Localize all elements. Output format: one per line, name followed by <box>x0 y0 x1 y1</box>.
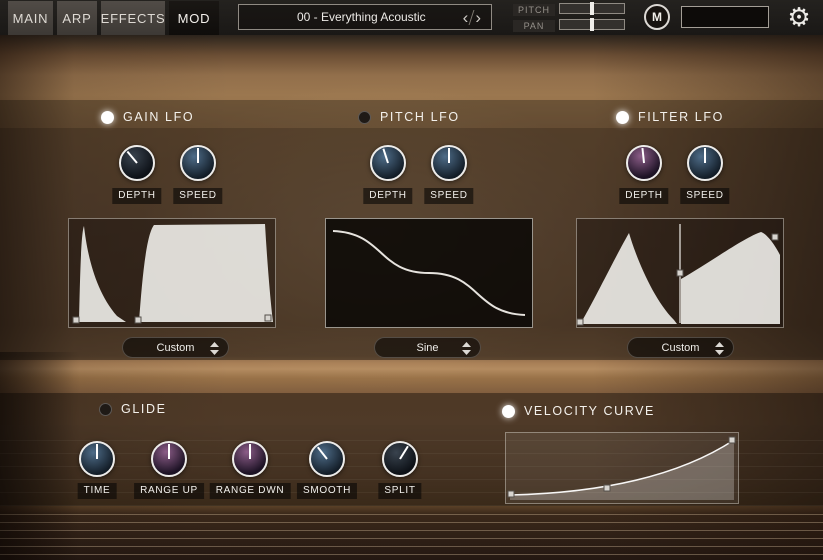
filter-lfo-speed-knob[interactable] <box>687 145 723 181</box>
tab-arp[interactable]: ARP <box>57 1 97 35</box>
glide-enable-led[interactable] <box>99 403 112 416</box>
knob-pointer <box>382 148 389 163</box>
pitch-slider-handle[interactable] <box>590 2 594 15</box>
velocity-title: VELOCITY CURVE <box>524 404 655 418</box>
filter-lfo-speed-label: SPEED <box>680 188 729 204</box>
knob-pointer <box>704 148 706 163</box>
tab-main[interactable]: MAIN <box>8 1 53 35</box>
pitch-lfo-enable-led[interactable] <box>358 111 371 124</box>
pitch-lfo-depth-label: DEPTH <box>363 188 412 204</box>
select-arrows-icon <box>715 342 724 355</box>
filter-lfo-depth-label: DEPTH <box>619 188 668 204</box>
preset-arrows: ‹ › <box>460 9 491 26</box>
filter-lfo-depth-knob[interactable] <box>626 145 662 181</box>
glide-range-down-label: RANGE DWN <box>210 483 291 499</box>
pitch-lfo-waveform-display[interactable] <box>325 218 533 328</box>
gain-lfo-header: GAIN LFO <box>101 110 194 124</box>
pitch-label: PITCH <box>513 4 555 16</box>
pitch-lfo-wave-value: Sine <box>416 342 438 354</box>
filter-lfo-wave-value: Custom <box>662 342 700 354</box>
knob-pointer <box>448 148 450 163</box>
pitch-lfo-header: PITCH LFO <box>358 110 460 124</box>
knob-pointer <box>96 444 98 459</box>
glide-split-label: SPLIT <box>378 483 421 499</box>
gain-lfo-speed-label: SPEED <box>173 188 222 204</box>
mute-button[interactable]: M <box>644 4 670 30</box>
pitch-lfo-waveform-svg <box>326 219 532 327</box>
filter-lfo-waveform-svg <box>577 219 783 327</box>
pitch-lfo-speed-knob[interactable] <box>431 145 467 181</box>
glide-title: GLIDE <box>121 402 167 416</box>
settings-gear-icon[interactable]: ⚙ <box>782 0 816 35</box>
gain-lfo-title: GAIN LFO <box>123 110 194 124</box>
knob-pointer <box>249 444 251 459</box>
glide-smooth-label: SMOOTH <box>297 483 357 499</box>
pitch-lfo-speed-label: SPEED <box>424 188 473 204</box>
select-arrows-icon <box>210 342 219 355</box>
knob-pointer <box>317 447 328 460</box>
knob-pointer <box>641 148 645 163</box>
plugin-window: MAIN ARP EFFECTS MOD 00 - Everything Aco… <box>0 0 823 560</box>
gain-lfo-waveform-display[interactable] <box>68 218 276 328</box>
pitch-slider[interactable] <box>559 3 625 14</box>
gain-lfo-wave-select[interactable]: Custom <box>122 337 229 358</box>
gain-lfo-speed-knob[interactable] <box>180 145 216 181</box>
gain-lfo-depth-label: DEPTH <box>112 188 161 204</box>
filter-lfo-title: FILTER LFO <box>638 110 724 124</box>
gain-lfo-waveform-svg <box>69 219 275 327</box>
glide-header: GLIDE <box>99 402 167 416</box>
glide-time-label: TIME <box>78 483 117 499</box>
glide-smooth-knob[interactable] <box>309 441 345 477</box>
select-arrows-icon <box>462 342 471 355</box>
gain-lfo-wave-value: Custom <box>157 342 195 354</box>
pan-slider-handle[interactable] <box>590 18 594 31</box>
tab-effects[interactable]: EFFECTS <box>101 1 165 35</box>
velocity-curve-svg <box>506 433 738 503</box>
pitch-lfo-wave-select[interactable]: Sine <box>374 337 481 358</box>
filter-lfo-enable-led[interactable] <box>616 111 629 124</box>
glide-split-knob[interactable] <box>382 441 418 477</box>
glide-time-knob[interactable] <box>79 441 115 477</box>
gain-lfo-enable-led[interactable] <box>101 111 114 124</box>
pitch-lfo-title: PITCH LFO <box>380 110 460 124</box>
velocity-header: VELOCITY CURVE <box>502 404 655 418</box>
glide-range-up-knob[interactable] <box>151 441 187 477</box>
glide-range-up-label: RANGE UP <box>134 483 204 499</box>
knob-pointer <box>197 148 199 163</box>
filter-lfo-wave-select[interactable]: Custom <box>627 337 734 358</box>
preset-name: 00 - Everything Acoustic <box>239 10 460 24</box>
velocity-curve-display[interactable] <box>505 432 739 504</box>
topbar: MAIN ARP EFFECTS MOD 00 - Everything Aco… <box>0 0 823 35</box>
level-meter <box>681 6 769 28</box>
pan-slider[interactable] <box>559 19 625 30</box>
tab-mod[interactable]: MOD <box>169 1 219 35</box>
pitch-lfo-depth-knob[interactable] <box>370 145 406 181</box>
gain-lfo-depth-knob[interactable] <box>119 145 155 181</box>
knob-pointer <box>168 444 170 459</box>
knob-pointer <box>127 151 138 164</box>
knob-pointer <box>399 446 409 460</box>
preset-selector[interactable]: 00 - Everything Acoustic ‹ › <box>238 4 492 30</box>
filter-lfo-waveform-display[interactable] <box>576 218 784 328</box>
filter-lfo-header: FILTER LFO <box>616 110 724 124</box>
guitar-strings <box>0 507 823 560</box>
pan-label: PAN <box>513 20 555 32</box>
velocity-enable-led[interactable] <box>502 405 515 418</box>
glide-range-down-knob[interactable] <box>232 441 268 477</box>
